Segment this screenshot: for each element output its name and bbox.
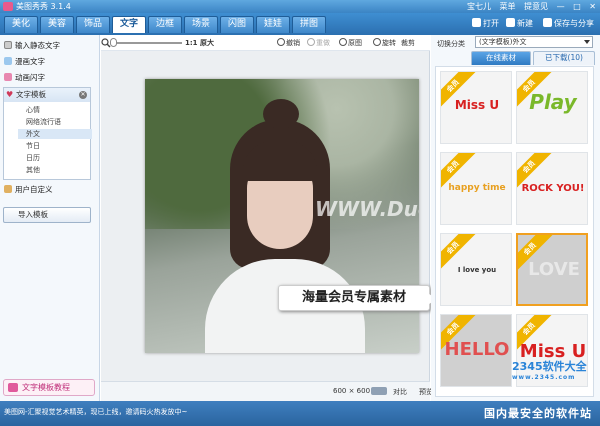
template-panel: ♥ 文字模板 ✕ 心情 网络流行语 外文 节日 日历 其他: [3, 87, 92, 180]
static-text-item[interactable]: 输入静态文字: [4, 39, 60, 52]
import-template-button[interactable]: 导入模板: [3, 207, 91, 223]
canvas-status-bar: 600 × 600 对比 预览: [101, 381, 433, 401]
new-button[interactable]: 新建: [506, 17, 533, 31]
material-item-selected[interactable]: 会员 LOVE: [516, 233, 588, 306]
redo-icon: [307, 38, 315, 46]
template-header[interactable]: ♥ 文字模板 ✕: [4, 88, 90, 102]
text-icon: [4, 41, 12, 49]
material-panel: 切换分类 (文字模板)外文 在线素材 已下载(10) 会员 Miss U 会员 …: [431, 35, 600, 401]
material-preview: LOVE: [528, 259, 580, 280]
tab-downloaded[interactable]: 已下载(10): [533, 51, 595, 65]
undo-button[interactable]: 撤销: [277, 38, 300, 48]
undo-icon: [277, 38, 285, 46]
original-button[interactable]: 原图: [339, 38, 362, 48]
original-icon: [339, 38, 347, 46]
bottom-bar: 美图网-汇聚视觉艺术精英，现已上线，邀请码火热发放中~ 国内最安全的软件站: [0, 401, 600, 426]
tab-beauty[interactable]: 美容: [40, 16, 74, 33]
app-logo-icon: [3, 2, 13, 11]
material-preview: I love you: [457, 266, 497, 274]
heart-icon: ♥: [6, 90, 14, 99]
canvas-stage: WWW.DuoTe.com 海量会员专属素材: [101, 51, 437, 381]
tab-doll[interactable]: 娃娃: [256, 16, 290, 33]
material-preview: HELLO: [444, 339, 510, 360]
feedback-button[interactable]: 提意见: [524, 2, 548, 11]
material-item[interactable]: 会员 Miss U: [440, 71, 512, 144]
tab-accessories[interactable]: 饰品: [76, 16, 110, 33]
material-preview: ROCK YOU!: [521, 183, 585, 194]
photo-hair-bun: [263, 99, 299, 129]
rotate-icon: [373, 38, 381, 46]
title-bar: 美图秀秀 3.1.4 宝七儿 菜单 提意见 — □ ✕: [0, 0, 600, 13]
subcat-holiday[interactable]: 节日: [26, 141, 40, 151]
user-name[interactable]: 宝七儿: [467, 2, 491, 11]
material-item[interactable]: 会员 ROCK YOU!: [516, 152, 588, 225]
material-preview: happy time: [448, 183, 506, 193]
subcat-calendar[interactable]: 日历: [26, 153, 40, 163]
zoom-slider[interactable]: [112, 42, 182, 44]
flash-icon: [4, 73, 12, 81]
save-icon: [543, 18, 552, 27]
template-tutorial-button[interactable]: 文字模板教程: [3, 379, 95, 396]
material-preview: Play: [529, 90, 577, 114]
tab-collage[interactable]: 拼图: [292, 16, 326, 33]
crop-button[interactable]: 裁剪: [401, 38, 415, 48]
chevron-down-icon: [584, 40, 590, 44]
save-share-button[interactable]: 保存与分享: [543, 17, 594, 31]
tab-frame[interactable]: 边框: [148, 16, 182, 33]
subcat-mood[interactable]: 心情: [26, 105, 40, 115]
category-label: 切换分类: [437, 40, 465, 48]
image-dimensions: 600 × 600: [333, 387, 371, 395]
folder-icon: [4, 185, 12, 193]
material-item[interactable]: 会员 I love you: [440, 233, 512, 306]
menu-button[interactable]: 菜单: [500, 2, 516, 11]
tab-beautify[interactable]: 美化: [4, 16, 38, 33]
app-title: 美图秀秀 3.1.4: [16, 2, 71, 11]
left-panel: 输入静态文字 漫画文字 动画闪字 ♥ 文字模板 ✕ 心情 网络流行语 外文 节日…: [0, 35, 100, 401]
subcat-other[interactable]: 其他: [26, 165, 40, 175]
zoom-slider-knob[interactable]: [110, 38, 117, 47]
canvas-toolbar: 1:1 原大 撤销 重做 原图 旋转 裁剪: [101, 35, 430, 51]
main-tab-bar: 美化 美容 饰品 文字 边框 场景 闪图 娃娃 拼图 打开 新建 保存与分享: [0, 13, 600, 35]
promo-callout: 海量会员专属素材: [278, 285, 437, 311]
announcement-text[interactable]: 美图网-汇聚视觉艺术精英，现已上线，邀请码火热发放中~: [4, 407, 187, 417]
category-dropdown[interactable]: (文字模板)外文: [475, 36, 593, 48]
collapse-icon[interactable]: ✕: [79, 91, 87, 99]
comic-text-item[interactable]: 漫画文字: [4, 55, 45, 68]
photo-canvas[interactable]: WWW.DuoTe.com: [145, 79, 419, 353]
material-preview: Miss U: [454, 98, 500, 112]
maximize-icon[interactable]: □: [573, 2, 581, 11]
brand-slogan: 国内最安全的软件站: [484, 407, 592, 420]
material-item[interactable]: 会员 happy time: [440, 152, 512, 225]
flash-text-item[interactable]: 动画闪字: [4, 71, 45, 84]
redo-button[interactable]: 重做: [307, 38, 330, 48]
actual-size-button[interactable]: 1:1 原大: [185, 38, 214, 48]
title-bar-actions: 宝七儿 菜单 提意见 — □ ✕: [461, 1, 596, 12]
photo-watermark: WWW.DuoTe.com: [315, 197, 419, 221]
material-item[interactable]: 会员 Play: [516, 71, 588, 144]
fit-icon[interactable]: [371, 387, 387, 395]
material-item[interactable]: 会员 HELLO: [440, 314, 512, 387]
open-button[interactable]: 打开: [472, 17, 499, 31]
rotate-button[interactable]: 旋转: [373, 38, 396, 48]
material-grid: 会员 Miss U 会员 Play 会员 happy time 会员 ROCK …: [435, 66, 594, 397]
compare-button[interactable]: 对比: [393, 387, 407, 397]
subcat-internet-slang[interactable]: 网络流行语: [26, 117, 61, 127]
tutorial-icon: [8, 383, 18, 392]
minimize-icon[interactable]: —: [557, 2, 565, 11]
tab-online-materials[interactable]: 在线素材: [471, 51, 531, 65]
plus-icon: [506, 18, 515, 27]
tab-text[interactable]: 文字: [112, 16, 146, 33]
folder-icon: [472, 18, 481, 27]
site-watermark: 2345软件大全 www.2345.com: [512, 360, 587, 381]
comic-icon: [4, 57, 12, 65]
photo-fringe: [243, 141, 317, 181]
tab-flash[interactable]: 闪图: [220, 16, 254, 33]
custom-item[interactable]: 用户自定义: [4, 183, 53, 196]
close-icon[interactable]: ✕: [589, 2, 596, 11]
subcat-foreign[interactable]: 外文: [18, 129, 92, 139]
tab-scene[interactable]: 场景: [184, 16, 218, 33]
